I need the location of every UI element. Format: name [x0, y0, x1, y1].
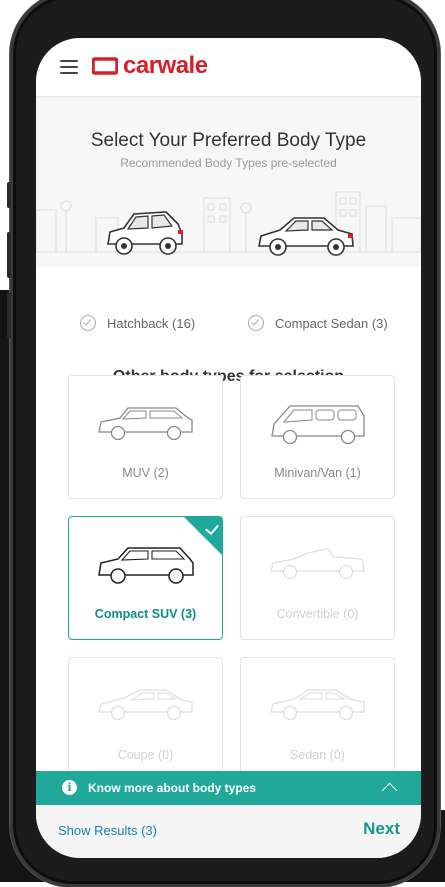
coupe-car-icon — [98, 689, 193, 721]
tile-label: Convertible (0) — [276, 607, 359, 621]
body-type-tile-compact-suv[interactable]: Compact SUV (3) — [68, 516, 223, 640]
tile-label: Coupe (0) — [117, 748, 174, 762]
hatchback-option[interactable]: Hatchback (16) — [80, 315, 195, 331]
body-type-tile-muv[interactable]: MUV (2) — [68, 375, 223, 499]
sedan-car-icon — [270, 689, 365, 721]
phone-volume-up — [7, 232, 11, 278]
chevron-up-icon[interactable] — [381, 782, 398, 799]
footer-bar: Show Results (3) Next — [36, 805, 421, 858]
city-skyline-illustration — [36, 191, 421, 253]
know-more-bar[interactable]: i Know more about body types — [36, 771, 421, 805]
body-type-tile-sedan: Sedan (0) — [240, 657, 395, 781]
tile-label: Compact SUV (3) — [94, 607, 197, 621]
info-icon: i — [62, 780, 77, 795]
logo-text: carwale — [123, 52, 208, 79]
app-screen: carwale Select Your Preferred Body Type … — [36, 38, 421, 858]
convertible-car-icon — [270, 548, 365, 580]
tile-label: Sedan (0) — [290, 748, 345, 762]
hamburger-menu-icon[interactable] — [60, 60, 78, 74]
phone-volume-down — [7, 292, 11, 338]
phone-mute-switch — [7, 182, 11, 208]
next-button[interactable]: Next — [363, 819, 400, 839]
hatchback-car-icon — [107, 211, 183, 255]
page-title: Select Your Preferred Body Type — [90, 130, 367, 151]
body-type-tile-coupe: Coupe (0) — [68, 657, 223, 781]
hatchback-label: Hatchback (16) — [107, 315, 196, 331]
app-header: carwale — [36, 38, 421, 97]
logo-mark-icon — [92, 57, 118, 75]
check-circle-icon — [80, 315, 96, 331]
body-type-tile-convertible: Convertible (0) — [240, 516, 395, 640]
page-subtitle: Recommended Body Types pre-selected — [120, 156, 337, 170]
compact-sedan-label: Compact Sedan (3) — [275, 315, 388, 331]
minivan-car-icon — [271, 405, 365, 445]
compact-sedan-option[interactable]: Compact Sedan (3) — [248, 315, 388, 331]
body-type-tile-minivan[interactable]: Minivan/Van (1) — [240, 375, 395, 499]
muv-car-icon — [98, 407, 193, 441]
show-results-link[interactable]: Show Results (3) — [58, 823, 157, 838]
know-more-text: Know more about body types — [88, 781, 257, 795]
tile-label: Minivan/Van (1) — [274, 466, 361, 480]
tile-label: MUV (2) — [122, 466, 169, 480]
carwale-logo[interactable]: carwale — [92, 52, 208, 80]
compact-sedan-car-icon — [258, 217, 354, 256]
compact-suv-car-icon — [98, 547, 194, 584]
check-circle-icon — [248, 315, 264, 331]
